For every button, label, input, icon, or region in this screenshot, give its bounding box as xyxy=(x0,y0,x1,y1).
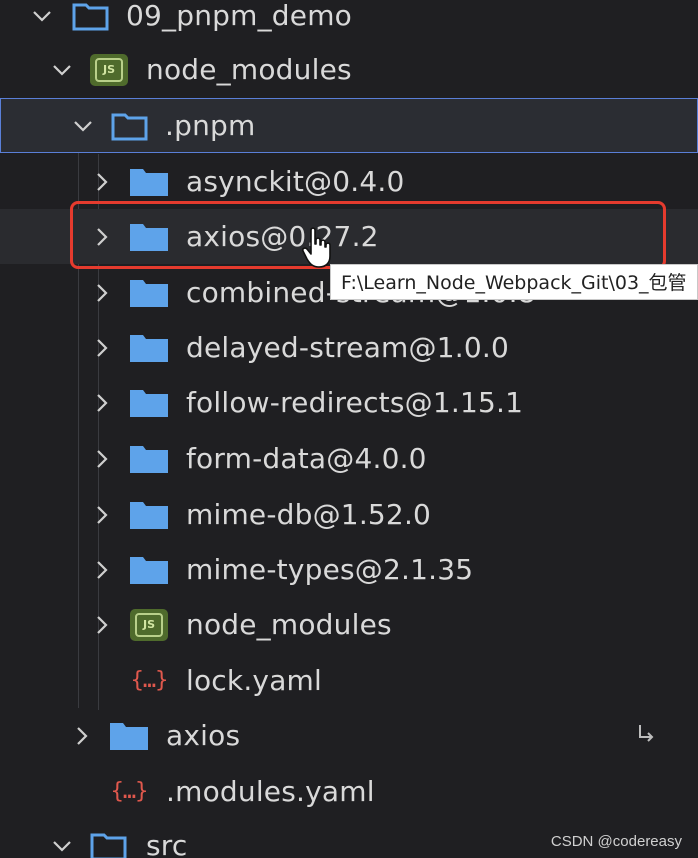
tree-item-root-folder[interactable]: 09_pnpm_demo xyxy=(0,0,698,43)
watermark: CSDN @codereasy xyxy=(550,833,682,850)
folder-icon xyxy=(109,109,151,143)
folder-icon xyxy=(128,442,170,476)
tree-item-axios-link[interactable]: axios xyxy=(0,708,698,763)
tree-item-label: node_modules xyxy=(186,608,392,641)
nodejs-folder-icon: JS xyxy=(128,608,170,642)
yaml-braces-icon: {…} xyxy=(130,668,169,693)
chevron-down-icon[interactable] xyxy=(50,58,74,82)
annotation-highlight-box xyxy=(70,201,666,269)
chevron-down-icon[interactable] xyxy=(30,4,54,28)
folder-icon xyxy=(128,165,170,199)
folder-icon xyxy=(128,331,170,365)
chevron-right-icon[interactable] xyxy=(70,724,94,748)
tree-item-label: mime-types@2.1.35 xyxy=(186,553,474,586)
tree-item-package-folder[interactable]: form-data@4.0.0 xyxy=(0,431,698,486)
file-explorer-tree: 09_pnpm_demo JS node_modules .pnpm async… xyxy=(0,0,698,858)
folder-icon xyxy=(88,829,130,858)
chevron-right-icon[interactable] xyxy=(90,391,114,415)
tree-item-label: follow-redirects@1.15.1 xyxy=(186,386,524,419)
tree-item-package-folder[interactable]: mime-db@1.52.0 xyxy=(0,487,698,542)
tree-item-label: axios xyxy=(166,719,241,752)
tree-item-label: asynckit@0.4.0 xyxy=(186,165,405,198)
tree-item-nested-node-modules[interactable]: JS node_modules xyxy=(0,597,698,652)
folder-icon xyxy=(128,498,170,532)
tree-item-pnpm-folder[interactable]: .pnpm xyxy=(0,98,698,153)
tree-item-label: form-data@4.0.0 xyxy=(186,442,427,475)
tree-item-package-folder[interactable]: follow-redirects@1.15.1 xyxy=(0,375,698,430)
tree-item-modules-yaml[interactable]: {…} .modules.yaml xyxy=(0,764,698,819)
folder-icon xyxy=(128,386,170,420)
chevron-right-icon[interactable] xyxy=(90,447,114,471)
folder-icon xyxy=(108,719,150,753)
tree-item-label: 09_pnpm_demo xyxy=(126,0,353,32)
chevron-down-icon[interactable] xyxy=(71,114,95,138)
tree-item-label: src xyxy=(146,829,188,858)
tree-item-label: node_modules xyxy=(146,53,352,86)
tree-item-label: .modules.yaml xyxy=(166,775,375,808)
chevron-right-icon[interactable] xyxy=(90,281,114,305)
path-tooltip: F:\Learn_Node_Webpack_Git\03_包管 xyxy=(330,264,698,300)
tree-item-label: delayed-stream@1.0.0 xyxy=(186,331,509,364)
symlink-arrow-icon xyxy=(634,722,658,746)
yaml-braces-icon: {…} xyxy=(110,779,149,804)
chevron-right-icon[interactable] xyxy=(90,170,114,194)
tree-item-package-folder[interactable]: delayed-stream@1.0.0 xyxy=(0,320,698,375)
chevron-down-icon[interactable] xyxy=(50,834,74,858)
tree-item-label: .pnpm xyxy=(165,109,256,142)
tree-item-package-folder[interactable]: mime-types@2.1.35 xyxy=(0,542,698,597)
hand-cursor-icon xyxy=(300,226,334,270)
chevron-right-icon[interactable] xyxy=(90,558,114,582)
tree-item-label: mime-db@1.52.0 xyxy=(186,498,432,531)
chevron-right-icon[interactable] xyxy=(90,336,114,360)
folder-icon xyxy=(70,0,112,33)
chevron-right-icon[interactable] xyxy=(90,503,114,527)
chevron-right-icon[interactable] xyxy=(90,613,114,637)
tree-item-label: lock.yaml xyxy=(186,664,323,697)
tree-item-lock-yaml[interactable]: {…} lock.yaml xyxy=(0,653,698,708)
folder-icon xyxy=(128,553,170,587)
tree-item-node-modules[interactable]: JS node_modules xyxy=(0,42,698,97)
folder-icon xyxy=(128,276,170,310)
nodejs-folder-icon: JS xyxy=(88,53,130,87)
